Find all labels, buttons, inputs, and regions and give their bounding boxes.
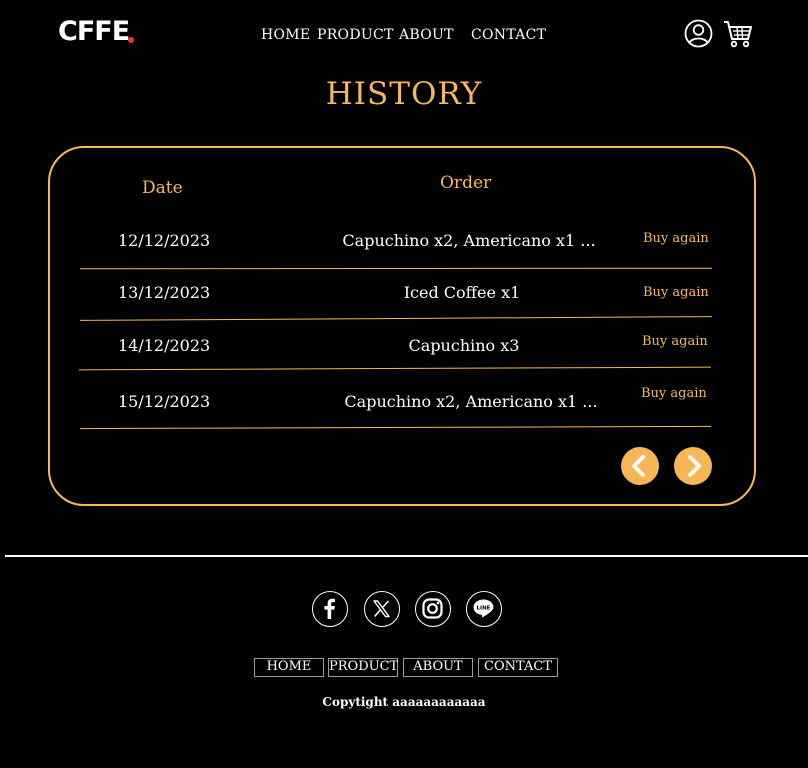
cart-icon[interactable] bbox=[723, 19, 753, 53]
footer-nav-contact[interactable]: CONTACT bbox=[478, 658, 558, 677]
footer-divider bbox=[5, 555, 808, 557]
svg-text:LINE: LINE bbox=[477, 606, 491, 612]
row-3-date: 14/12/2023 bbox=[118, 336, 211, 355]
nav-product[interactable]: PRODUCT bbox=[317, 27, 394, 43]
chevron-right-icon bbox=[688, 455, 701, 477]
line-icon: LINE bbox=[473, 599, 494, 618]
column-header-date: Date bbox=[142, 178, 183, 198]
instagram-link[interactable] bbox=[415, 591, 451, 627]
row-1-order: Capuchino x2, Americano x1 ... bbox=[342, 231, 596, 250]
previous-page-button[interactable] bbox=[621, 447, 659, 485]
footer-nav-about[interactable]: ABOUT bbox=[403, 658, 473, 677]
facebook-link[interactable] bbox=[312, 591, 348, 627]
next-page-button[interactable] bbox=[674, 447, 712, 485]
row-4-date: 15/12/2023 bbox=[118, 392, 211, 411]
nav-contact[interactable]: CONTACT bbox=[471, 27, 546, 43]
row-1-date: 12/12/2023 bbox=[118, 231, 211, 250]
footer-nav-product[interactable]: PRODUCT bbox=[328, 658, 398, 677]
row-2-date: 13/12/2023 bbox=[118, 283, 211, 302]
copyright-text: Copytight aaaaaaaaaaaa bbox=[322, 695, 486, 709]
row-3-buy-again-button[interactable]: Buy again bbox=[642, 334, 708, 349]
line-link[interactable]: LINE bbox=[466, 591, 502, 627]
row-4-order: Capuchino x2, Americano x1 ... bbox=[344, 392, 598, 411]
footer-nav-home[interactable]: HOME bbox=[254, 658, 324, 677]
row-2-order: Iced Coffee x1 bbox=[403, 283, 521, 302]
x-link[interactable] bbox=[364, 591, 400, 627]
chevron-left-icon bbox=[632, 455, 645, 477]
row-4-buy-again-button[interactable]: Buy again bbox=[641, 386, 707, 401]
x-icon bbox=[373, 600, 390, 618]
nav-home[interactable]: HOME bbox=[261, 27, 310, 43]
row-1-buy-again-button[interactable]: Buy again bbox=[643, 231, 709, 246]
instagram-icon bbox=[422, 598, 443, 619]
nav-about[interactable]: ABOUT bbox=[399, 27, 454, 43]
logo-dot bbox=[128, 37, 134, 43]
user-icon[interactable] bbox=[684, 19, 713, 52]
column-header-order: Order bbox=[440, 173, 492, 193]
facebook-icon bbox=[324, 598, 335, 619]
brand-logo[interactable]: CFFE bbox=[58, 16, 130, 47]
row-2-buy-again-button[interactable]: Buy again bbox=[643, 285, 709, 300]
page-title: HISTORY bbox=[325, 76, 483, 112]
row-3-order: Capuchino x3 bbox=[408, 336, 520, 355]
